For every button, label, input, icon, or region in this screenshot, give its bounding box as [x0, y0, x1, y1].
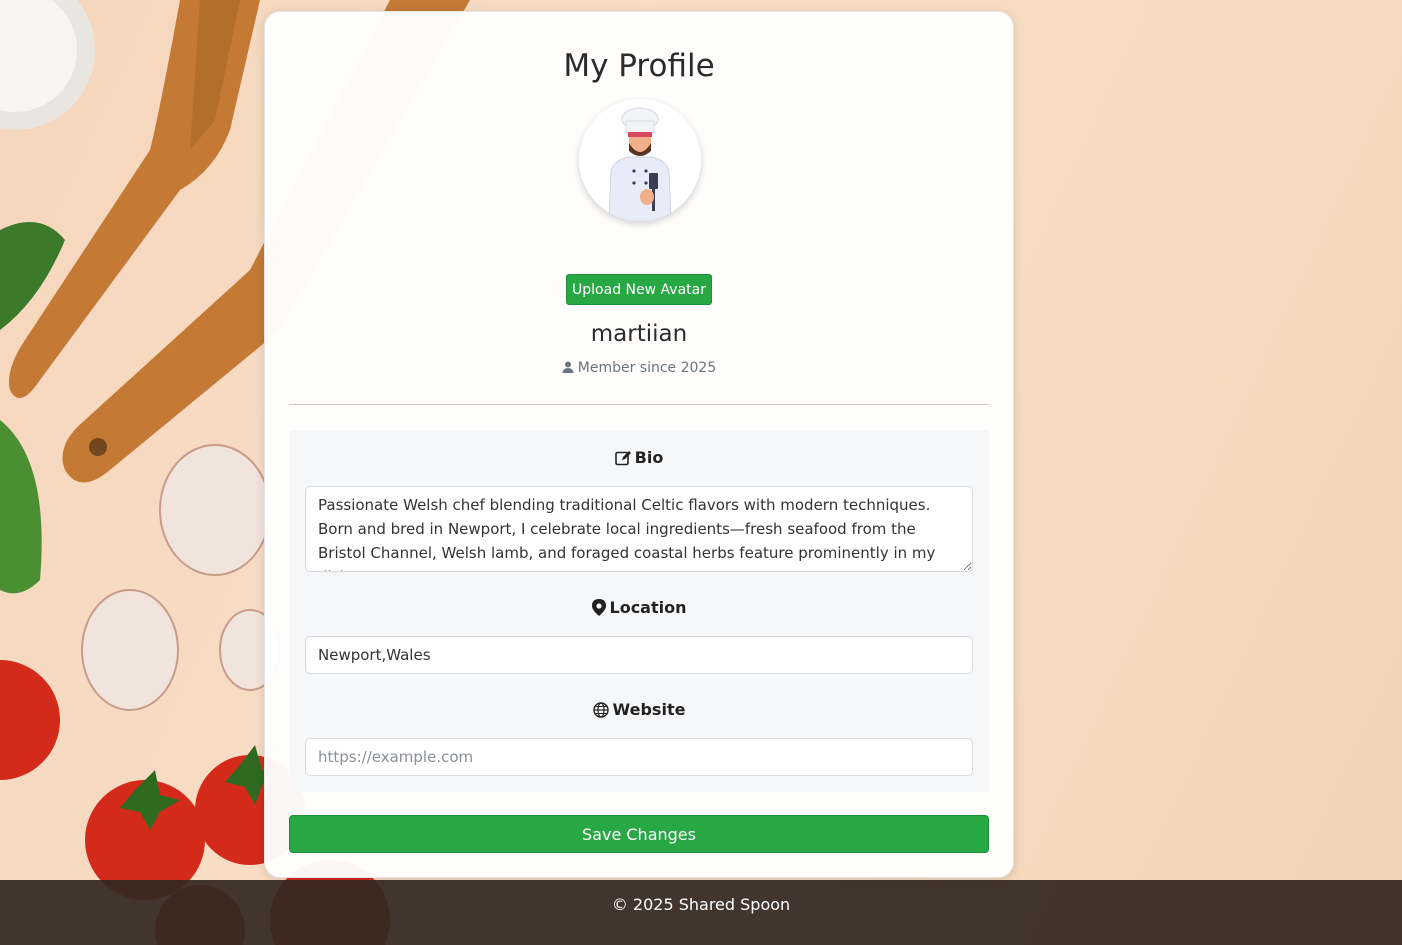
divider [289, 404, 989, 405]
footer-copyright: © 2025 Shared Spoon [611, 895, 791, 914]
location-label-text: Location [609, 598, 687, 617]
footer: © 2025 Shared Spoon [0, 880, 1402, 945]
location-label: Location [289, 598, 989, 617]
location-input[interactable] [305, 636, 973, 674]
map-pin-icon [591, 599, 606, 616]
user-icon [562, 361, 574, 377]
member-since-text: Member since 2025 [577, 360, 717, 376]
bio-label: Bio [289, 448, 989, 467]
profile-form: Bio Passionate Welsh chef blending tradi… [289, 430, 989, 792]
page-title: My Profile [563, 48, 715, 84]
globe-icon [592, 702, 609, 718]
member-since: Member since 2025 [265, 360, 1013, 377]
bio-label-text: Bio [634, 448, 664, 467]
bio-textarea[interactable]: Passionate Welsh chef blending tradition… [305, 486, 973, 572]
upload-avatar-button[interactable]: Upload New Avatar [566, 274, 712, 305]
username: martiian [590, 321, 688, 347]
website-label: Website [289, 700, 989, 719]
website-input[interactable] [305, 738, 973, 776]
save-changes-button[interactable]: Save Changes [289, 815, 989, 853]
profile-card: My Profile Upload New Avatar martiian Me… [264, 11, 1014, 878]
edit-icon [614, 451, 631, 466]
website-label-text: Website [612, 700, 686, 719]
chef-avatar [579, 99, 701, 221]
